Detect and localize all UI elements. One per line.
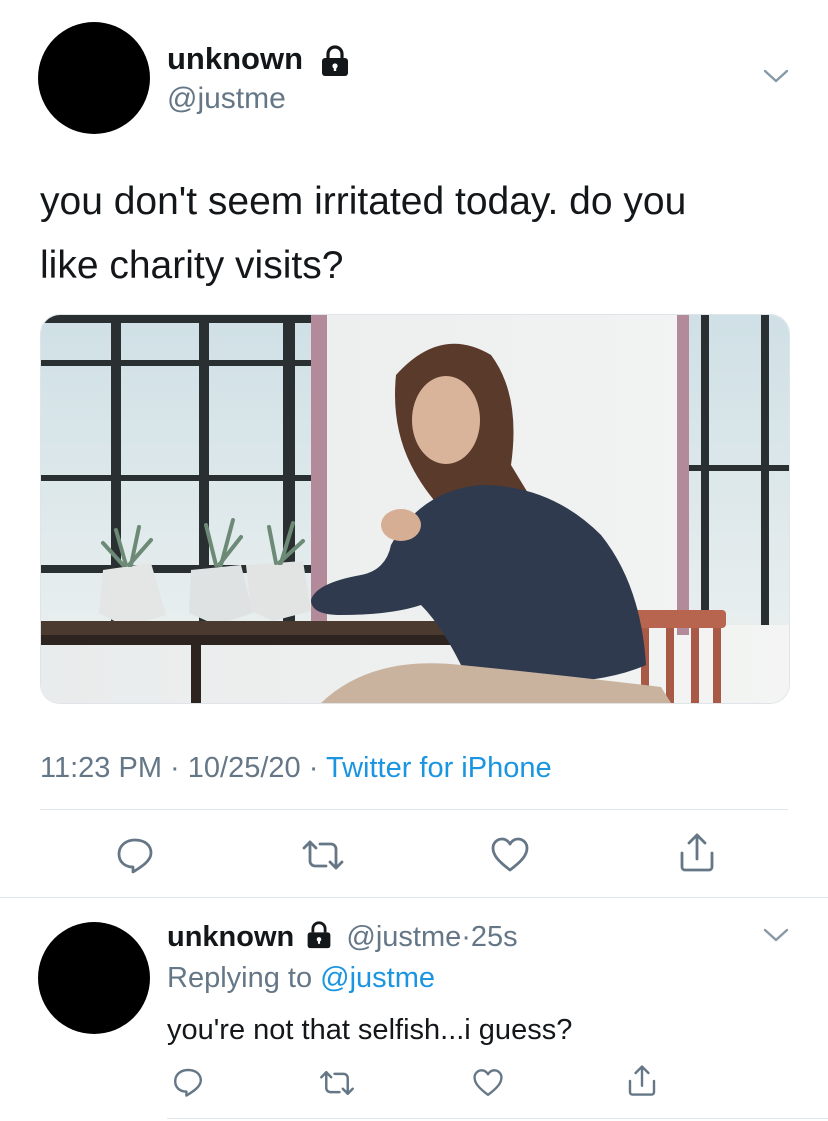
tweet-meta: 11:23 PM · 10/25/20 · Twitter for iPhone xyxy=(40,750,552,786)
reply-icon[interactable] xyxy=(115,835,155,875)
divider xyxy=(167,1118,828,1119)
lock-icon xyxy=(304,921,334,958)
tweet-text-line: you don't seem irritated today. do you xyxy=(40,180,687,223)
display-name[interactable]: unknown xyxy=(167,921,294,953)
divider xyxy=(40,809,788,810)
handle[interactable]: @justme xyxy=(167,80,286,118)
display-name[interactable]: unknown xyxy=(167,40,303,78)
reply-text: you're not that selfish...i guess? xyxy=(167,1014,573,1046)
tweet-text: you don't seem irritated today. do you l… xyxy=(40,170,800,298)
avatar[interactable] xyxy=(38,922,150,1034)
reply-header: unknown @justme·25s xyxy=(167,919,518,958)
retweet-icon[interactable] xyxy=(318,1068,356,1098)
replying-to-handle[interactable]: @justme xyxy=(320,962,435,994)
tweet-source[interactable]: Twitter for iPhone xyxy=(326,752,552,784)
share-icon[interactable] xyxy=(626,1064,658,1098)
divider xyxy=(0,897,828,898)
tweet-date[interactable]: 10/25/20 xyxy=(188,752,301,784)
replying-to-label: Replying to xyxy=(167,962,313,994)
reply-icon[interactable] xyxy=(172,1066,204,1098)
like-icon[interactable] xyxy=(490,836,530,874)
avatar[interactable] xyxy=(38,22,150,134)
handle[interactable]: @justme xyxy=(346,921,461,953)
chevron-down-icon[interactable] xyxy=(762,66,790,86)
chevron-down-icon[interactable] xyxy=(762,925,790,945)
photo-scene xyxy=(41,315,789,703)
share-icon[interactable] xyxy=(677,832,717,874)
tweet-age[interactable]: 25s xyxy=(471,921,518,953)
tweet-text-line: like charity visits? xyxy=(40,244,344,287)
replying-to: Replying to @justme xyxy=(167,960,435,996)
separator: · xyxy=(308,752,319,784)
lock-icon xyxy=(318,45,352,77)
separator: · xyxy=(461,921,471,953)
like-icon[interactable] xyxy=(472,1068,504,1098)
tweet-time[interactable]: 11:23 PM xyxy=(40,752,162,784)
separator: · xyxy=(170,752,180,784)
retweet-icon[interactable] xyxy=(300,837,346,873)
tweet-photo[interactable] xyxy=(40,314,790,704)
